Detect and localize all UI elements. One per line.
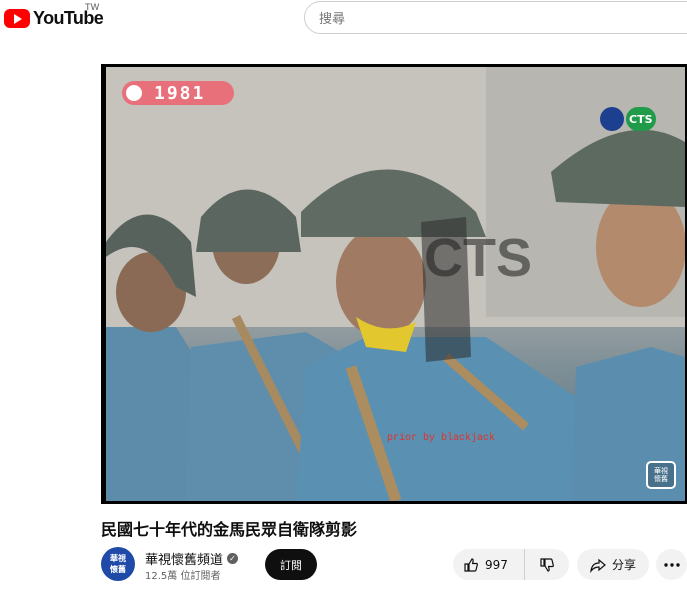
year-overlay: 1981 bbox=[122, 81, 234, 105]
year-label: 1981 bbox=[154, 82, 206, 104]
video-frame: 1981 CTS CTS prior by blackjack 華視 懷舊 bbox=[106, 67, 685, 501]
tv-badge-line1: 華視 bbox=[654, 467, 668, 475]
more-horizontal-icon bbox=[663, 562, 680, 567]
more-actions-button[interactable] bbox=[656, 549, 687, 580]
share-button[interactable]: 分享 bbox=[577, 549, 649, 580]
search-input[interactable]: 搜尋 bbox=[304, 1, 687, 34]
region-code: TW bbox=[85, 3, 100, 13]
dislike-button[interactable] bbox=[525, 557, 569, 573]
watermark-text: CTS bbox=[424, 228, 532, 288]
search-placeholder: 搜尋 bbox=[319, 12, 346, 27]
avatar-line1: 華視 bbox=[110, 554, 126, 563]
channel-name: 華視懷舊頻道 bbox=[145, 553, 224, 568]
like-dislike-group: 997 bbox=[453, 549, 569, 580]
subscriber-count: 12.5萬 位訂閱者 bbox=[145, 571, 221, 582]
tv-badge-icon: 華視 懷舊 bbox=[646, 461, 676, 489]
verified-check-icon: ✓ bbox=[227, 553, 239, 564]
share-label: 分享 bbox=[611, 558, 636, 572]
video-title: 民國七十年代的金馬民眾自衛隊剪影 bbox=[101, 520, 358, 539]
share-arrow-icon bbox=[590, 558, 606, 573]
thumbs-up-icon bbox=[464, 557, 478, 572]
channel-avatar[interactable]: 華視 懷舊 bbox=[101, 547, 135, 581]
subscribe-button[interactable]: 訂閱 bbox=[265, 549, 317, 580]
video-caption: prior by blackjack bbox=[387, 433, 496, 444]
video-player[interactable]: 1981 CTS CTS prior by blackjack 華視 懷舊 bbox=[101, 64, 687, 504]
tv-badge-line2: 懷舊 bbox=[654, 475, 668, 483]
channel-name-row[interactable]: 華視懷舊頻道 ✓ bbox=[145, 549, 239, 568]
station-logo-text: CTS bbox=[626, 107, 656, 131]
thumbs-down-icon bbox=[540, 557, 554, 572]
youtube-play-icon bbox=[4, 9, 30, 28]
clock-icon bbox=[126, 85, 142, 101]
avatar-line2: 懷舊 bbox=[110, 565, 126, 574]
like-button[interactable]: 997 bbox=[453, 549, 525, 580]
station-logo: CTS bbox=[600, 107, 656, 131]
like-count: 997 bbox=[485, 557, 508, 572]
cts-emblem-icon bbox=[600, 107, 624, 131]
